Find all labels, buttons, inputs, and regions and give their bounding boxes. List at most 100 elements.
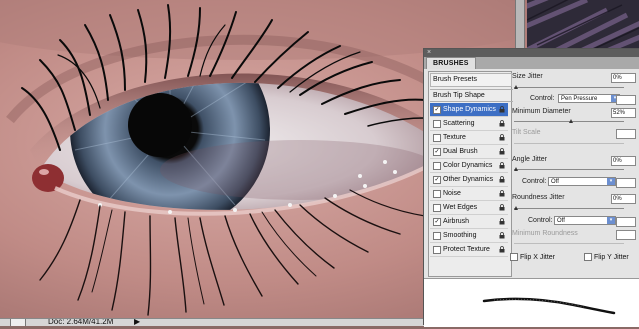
angle-control-label: Control: bbox=[522, 178, 547, 185]
option-label: Texture bbox=[443, 134, 466, 141]
brush-option-protect-texture[interactable]: Protect Texture bbox=[430, 243, 508, 257]
min-roundness-box bbox=[616, 230, 636, 240]
brush-tip-shape-item[interactable]: Brush Tip Shape bbox=[430, 89, 513, 102]
option-checkbox[interactable] bbox=[433, 246, 441, 254]
brush-option-other-dynamics[interactable]: ✓ Other Dynamics bbox=[430, 173, 508, 187]
angle-jitter-slider-knob[interactable] bbox=[514, 167, 518, 171]
close-icon[interactable]: × bbox=[427, 49, 431, 57]
option-checkbox[interactable] bbox=[433, 162, 441, 170]
option-label: Dual Brush bbox=[443, 148, 478, 155]
roundness-control-box[interactable] bbox=[616, 217, 636, 227]
roundness-control-value: Off bbox=[557, 218, 565, 224]
option-checkbox[interactable] bbox=[433, 232, 441, 240]
lock-icon[interactable] bbox=[499, 120, 505, 127]
panel-body: Brush Presets Brush Tip Shape ✓ Shape Dyn… bbox=[424, 69, 639, 327]
size-control-select[interactable]: Pen Pressure ▾ bbox=[558, 94, 620, 103]
size-jitter-label: Size Jitter bbox=[512, 73, 543, 80]
size-jitter-value[interactable]: 0% bbox=[611, 73, 636, 83]
roundness-jitter-value[interactable]: 0% bbox=[611, 194, 636, 204]
brush-option-wet-edges[interactable]: Wet Edges bbox=[430, 201, 508, 215]
flip-y-jitter-checkbox[interactable]: Flip Y Jitter bbox=[584, 253, 629, 261]
roundness-control-select[interactable]: Off ▾ bbox=[554, 216, 616, 225]
document-size-info: Doc: 2.64M/41.2M bbox=[48, 318, 114, 326]
flip-x-jitter-label: Flip X Jitter bbox=[520, 253, 556, 261]
dropdown-arrow-icon: ▾ bbox=[607, 178, 615, 185]
lock-icon[interactable] bbox=[499, 232, 505, 239]
option-label: Scattering bbox=[443, 120, 475, 127]
option-checkbox[interactable]: ✓ bbox=[433, 218, 441, 226]
brushes-panel: × BRUSHES Brush Presets Brush Tip Shape … bbox=[423, 48, 639, 327]
option-checkbox[interactable] bbox=[433, 204, 441, 212]
option-checkbox[interactable] bbox=[433, 190, 441, 198]
flip-x-checkbox-box[interactable] bbox=[510, 253, 518, 261]
option-checkbox[interactable]: ✓ bbox=[433, 106, 441, 114]
tab-brushes[interactable]: BRUSHES bbox=[426, 57, 476, 69]
vertical-scrollbar[interactable] bbox=[515, 0, 525, 50]
option-label: Protect Texture bbox=[443, 246, 490, 253]
option-checkbox[interactable]: ✓ bbox=[433, 148, 441, 156]
size-control-label: Control: bbox=[530, 95, 555, 102]
option-label: Noise bbox=[443, 190, 461, 197]
flip-y-checkbox-box[interactable] bbox=[584, 253, 592, 261]
lock-icon[interactable] bbox=[499, 134, 505, 141]
flip-y-jitter-label: Flip Y Jitter bbox=[594, 253, 629, 261]
lock-icon[interactable] bbox=[499, 190, 505, 197]
brush-option-texture[interactable]: Texture bbox=[430, 131, 508, 145]
lock-icon[interactable] bbox=[499, 162, 505, 169]
lock-icon[interactable] bbox=[499, 218, 505, 225]
option-label: Airbrush bbox=[443, 218, 470, 225]
status-menu-arrow-icon[interactable]: ▶ bbox=[134, 319, 140, 326]
brush-option-noise[interactable]: Noise bbox=[430, 187, 508, 201]
brush-option-scattering[interactable]: Scattering bbox=[430, 117, 508, 131]
dropdown-arrow-icon: ▾ bbox=[607, 217, 615, 224]
min-diameter-value[interactable]: 52% bbox=[611, 108, 636, 118]
option-checkbox[interactable] bbox=[433, 120, 441, 128]
angle-jitter-label: Angle Jitter bbox=[512, 156, 548, 163]
angle-control-value: Off bbox=[551, 179, 559, 185]
option-label: Wet Edges bbox=[443, 204, 478, 211]
lock-icon[interactable] bbox=[499, 246, 505, 253]
min-roundness-label: Minimum Roundness bbox=[512, 230, 578, 237]
lock-icon[interactable] bbox=[499, 106, 505, 113]
angle-control-box[interactable] bbox=[616, 178, 636, 188]
roundness-jitter-slider[interactable] bbox=[514, 206, 624, 210]
roundness-jitter-slider-knob[interactable] bbox=[514, 206, 518, 210]
tilt-scale-box bbox=[616, 129, 636, 139]
brush-option-smoothing[interactable]: Smoothing bbox=[430, 229, 508, 243]
min-diameter-slider[interactable] bbox=[514, 119, 624, 123]
option-checkbox[interactable]: ✓ bbox=[433, 176, 441, 184]
brush-option-shape-dynamics[interactable]: ✓ Shape Dynamics bbox=[430, 103, 508, 117]
roundness-control-label: Control: bbox=[528, 217, 553, 224]
size-jitter-slider-knob[interactable] bbox=[514, 85, 518, 89]
brush-option-dual-brush[interactable]: ✓ Dual Brush bbox=[430, 145, 508, 159]
size-control-box[interactable] bbox=[616, 95, 636, 105]
option-label: Color Dynamics bbox=[443, 162, 493, 169]
brush-option-color-dynamics[interactable]: Color Dynamics bbox=[430, 159, 508, 173]
brush-options-list: Brush Presets Brush Tip Shape ✓ Shape Dyn… bbox=[428, 71, 513, 277]
preview-stroke bbox=[482, 297, 616, 315]
option-label: Other Dynamics bbox=[443, 176, 494, 183]
option-label: Smoothing bbox=[443, 232, 477, 239]
brush-presets-button[interactable]: Brush Presets bbox=[430, 73, 512, 87]
angle-jitter-slider[interactable] bbox=[514, 167, 624, 171]
angle-jitter-value[interactable]: 0% bbox=[611, 156, 636, 166]
option-label: Shape Dynamics bbox=[443, 106, 496, 113]
lock-icon[interactable] bbox=[499, 204, 505, 211]
option-checkbox[interactable] bbox=[433, 134, 441, 142]
fabric-texture-thumbnail bbox=[527, 0, 639, 48]
shape-dynamics-settings: Size Jitter 0% Control: Pen Pressure ▾ M… bbox=[510, 71, 638, 281]
brush-option-airbrush[interactable]: ✓ Airbrush bbox=[430, 215, 508, 229]
min-diameter-label: Minimum Diameter bbox=[512, 108, 571, 115]
brush-stroke-preview bbox=[424, 278, 639, 327]
size-jitter-slider[interactable] bbox=[514, 85, 624, 89]
angle-control-select[interactable]: Off ▾ bbox=[548, 177, 616, 186]
tilt-scale-slider bbox=[514, 143, 624, 144]
lock-icon[interactable] bbox=[499, 176, 505, 183]
min-roundness-slider bbox=[514, 243, 624, 244]
tilt-scale-label: Tilt Scale bbox=[512, 129, 541, 136]
roundness-jitter-label: Roundness Jitter bbox=[512, 194, 565, 201]
flip-x-jitter-checkbox[interactable]: Flip X Jitter bbox=[510, 253, 555, 261]
panel-titlebar[interactable]: × bbox=[424, 49, 639, 57]
min-diameter-slider-knob[interactable] bbox=[569, 119, 574, 123]
lock-icon[interactable] bbox=[499, 148, 505, 155]
